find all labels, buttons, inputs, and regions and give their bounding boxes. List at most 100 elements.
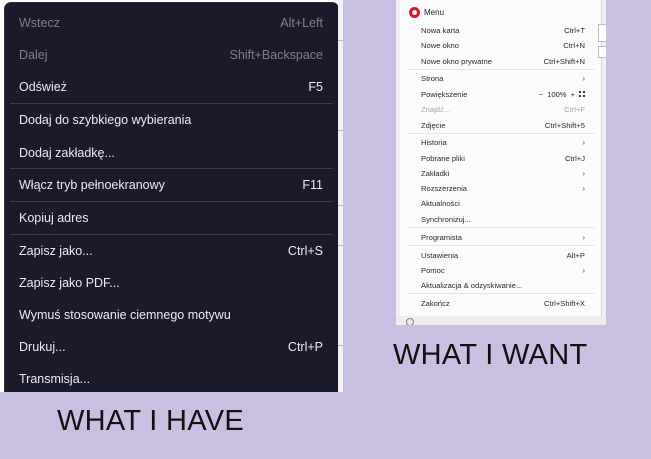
menu-separator xyxy=(10,201,333,202)
menu-item-label: Zdjęcie xyxy=(421,120,446,130)
dark-context-menu: Wstecz Alt+Left Dalej Shift+Backspace Od… xyxy=(5,3,338,392)
menu-item-shortcut: Ctrl+Shift+5 xyxy=(544,120,585,130)
menu-item-label: Programista xyxy=(421,232,462,242)
menu-item-snapshot[interactable]: Zdjęcie Ctrl+Shift+5 xyxy=(400,119,602,131)
menu-separator xyxy=(408,227,594,228)
menu-item-new-window[interactable]: Nowe okno Ctrl+N xyxy=(400,39,602,51)
menu-item-page[interactable]: Strona › xyxy=(400,72,602,84)
menu-item-zoom[interactable]: Powiększenie − 100% + xyxy=(400,88,602,100)
menu-item-label: Synchronizuj... xyxy=(421,214,471,224)
menu-item-save-as[interactable]: Zapisz jako... Ctrl+S xyxy=(5,236,338,266)
menu-separator xyxy=(10,103,333,104)
menu-item-cast[interactable]: Transmisja... xyxy=(5,364,338,392)
menu-item-history[interactable]: Historia › xyxy=(400,136,602,148)
light-opera-menu-screenshot: Menu Nowa karta Ctrl+T Nowe okno Ctrl+N … xyxy=(396,0,606,325)
menu-item-bookmarks[interactable]: Zakładki › xyxy=(400,167,602,179)
menu-item-settings[interactable]: Ustawienia Alt+P xyxy=(400,249,602,261)
menu-item-label: Włącz tryb pełnoekranowy xyxy=(19,178,165,192)
menu-item-label: Nowe okno xyxy=(421,40,459,50)
menu-item-shortcut: Alt+Left xyxy=(280,16,323,30)
menu-item-label: Drukuj... xyxy=(19,340,66,354)
menu-item-fullscreen[interactable]: Włącz tryb pełnoekranowy F11 xyxy=(5,170,338,200)
menu-item-new-private-window[interactable]: Nowe okno prywatne Ctrl+Shift+N xyxy=(400,55,602,67)
menu-item-shortcut: Ctrl+S xyxy=(287,244,323,258)
menu-item-extensions[interactable]: Rozszerzenia › xyxy=(400,182,602,194)
history-clock-icon[interactable] xyxy=(406,318,414,325)
caption-what-i-have: WHAT I HAVE xyxy=(57,405,244,437)
menu-item-label: Aktualności xyxy=(421,198,460,208)
menu-item-developer[interactable]: Programista › xyxy=(400,231,602,243)
menu-item-help[interactable]: Pomoc › xyxy=(400,264,602,276)
menu-item-shortcut: Ctrl+Shift+X xyxy=(544,298,585,308)
fullscreen-grid-icon[interactable] xyxy=(579,91,585,97)
caption-what-i-want: WHAT I WANT xyxy=(393,339,588,371)
menu-item-reload[interactable]: Odśwież F5 xyxy=(5,72,338,102)
menu-item-label: Dodaj zakładkę... xyxy=(19,146,115,160)
opera-logo-icon xyxy=(409,6,420,18)
menu-item-shortcut: Ctrl+J xyxy=(564,153,585,163)
menu-item-shortcut: Ctrl+F xyxy=(564,104,585,114)
menu-item-label: Znajdź... xyxy=(421,104,451,114)
menu-item-label: Dodaj do szybkiego wybierania xyxy=(19,113,192,127)
menu-item-label: Odśwież xyxy=(19,80,67,94)
menu-item-label: Wstecz xyxy=(19,16,60,30)
zoom-controls: − 100% + xyxy=(539,90,585,99)
menu-item-shortcut: Ctrl+Shift+N xyxy=(543,56,585,66)
menu-item-label: Strona xyxy=(421,73,444,83)
menu-header[interactable]: Menu xyxy=(409,5,444,19)
menu-item-label: Pobrane pliki xyxy=(421,153,465,163)
menu-item-save-as-pdf[interactable]: Zapisz jako PDF... xyxy=(5,268,338,298)
menu-title: Menu xyxy=(424,7,445,17)
menu-item-print[interactable]: Drukuj... Ctrl+P xyxy=(5,332,338,362)
opera-main-menu: Menu Nowa karta Ctrl+T Nowe okno Ctrl+N … xyxy=(400,0,602,316)
sidebar-bottom-bar xyxy=(396,316,606,325)
menu-item-label: Powiększenie xyxy=(421,89,468,99)
menu-item-shortcut: Alt+P xyxy=(566,250,585,260)
menu-item-find[interactable]: Znajdź... Ctrl+F xyxy=(400,103,602,115)
zoom-level: 100% xyxy=(547,89,567,99)
menu-item-shortcut: Ctrl+P xyxy=(287,340,323,354)
menu-separator xyxy=(10,234,333,235)
menu-item-forward[interactable]: Dalej Shift+Backspace xyxy=(5,40,338,70)
zoom-out-button[interactable]: − xyxy=(539,90,543,99)
menu-item-add-speed-dial[interactable]: Dodaj do szybkiego wybierania xyxy=(5,105,338,135)
menu-item-shortcut: Ctrl+T xyxy=(564,25,585,35)
menu-item-label: Dalej xyxy=(19,48,48,62)
menu-item-label: Rozszerzenia xyxy=(421,183,468,193)
menu-item-force-dark-theme[interactable]: Wymuś stosowanie ciemnego motywu xyxy=(5,300,338,330)
submenu-arrow-icon: › xyxy=(582,183,585,193)
menu-item-label: Zakładki xyxy=(421,168,450,178)
menu-item-label: Zapisz jako... xyxy=(19,244,93,258)
page-edge-element xyxy=(598,46,606,58)
menu-item-copy-address[interactable]: Kopiuj adres xyxy=(5,203,338,233)
zoom-in-button[interactable]: + xyxy=(571,90,575,99)
menu-item-label: Kopiuj adres xyxy=(19,211,89,225)
menu-separator xyxy=(408,133,594,134)
menu-item-label: Historia xyxy=(421,137,447,147)
menu-separator xyxy=(10,168,333,169)
menu-item-sync[interactable]: Synchronizuj... xyxy=(400,213,602,225)
menu-separator xyxy=(408,69,594,70)
page-edge-element xyxy=(598,24,606,42)
menu-item-label: Zapisz jako PDF... xyxy=(19,276,120,290)
menu-separator xyxy=(408,245,594,246)
menu-item-downloads[interactable]: Pobrane pliki Ctrl+J xyxy=(400,152,602,164)
menu-item-exit[interactable]: Zakończ Ctrl+Shift+X xyxy=(400,297,602,309)
menu-separator xyxy=(408,293,594,294)
menu-item-shortcut: F5 xyxy=(308,80,323,94)
dark-context-menu-screenshot: Wstecz Alt+Left Dalej Shift+Backspace Od… xyxy=(0,0,343,392)
menu-item-shortcut: Ctrl+N xyxy=(563,40,585,50)
submenu-arrow-icon: › xyxy=(582,137,585,147)
menu-item-news[interactable]: Aktualności xyxy=(400,197,602,209)
menu-item-new-tab[interactable]: Nowa karta Ctrl+T xyxy=(400,24,602,36)
menu-item-label: Nowe okno prywatne xyxy=(421,56,492,66)
menu-item-label: Wymuś stosowanie ciemnego motywu xyxy=(19,308,231,322)
menu-item-update-recovery[interactable]: Aktualizacja & odzyskiwanie... xyxy=(400,279,602,291)
menu-item-label: Aktualizacja & odzyskiwanie... xyxy=(421,280,523,290)
submenu-arrow-icon: › xyxy=(582,232,585,242)
submenu-arrow-icon: › xyxy=(582,73,585,83)
menu-item-add-bookmark[interactable]: Dodaj zakładkę... xyxy=(5,138,338,168)
menu-item-back[interactable]: Wstecz Alt+Left xyxy=(5,8,338,38)
menu-item-label: Transmisja... xyxy=(19,372,91,386)
page-edge-strip xyxy=(338,0,343,392)
